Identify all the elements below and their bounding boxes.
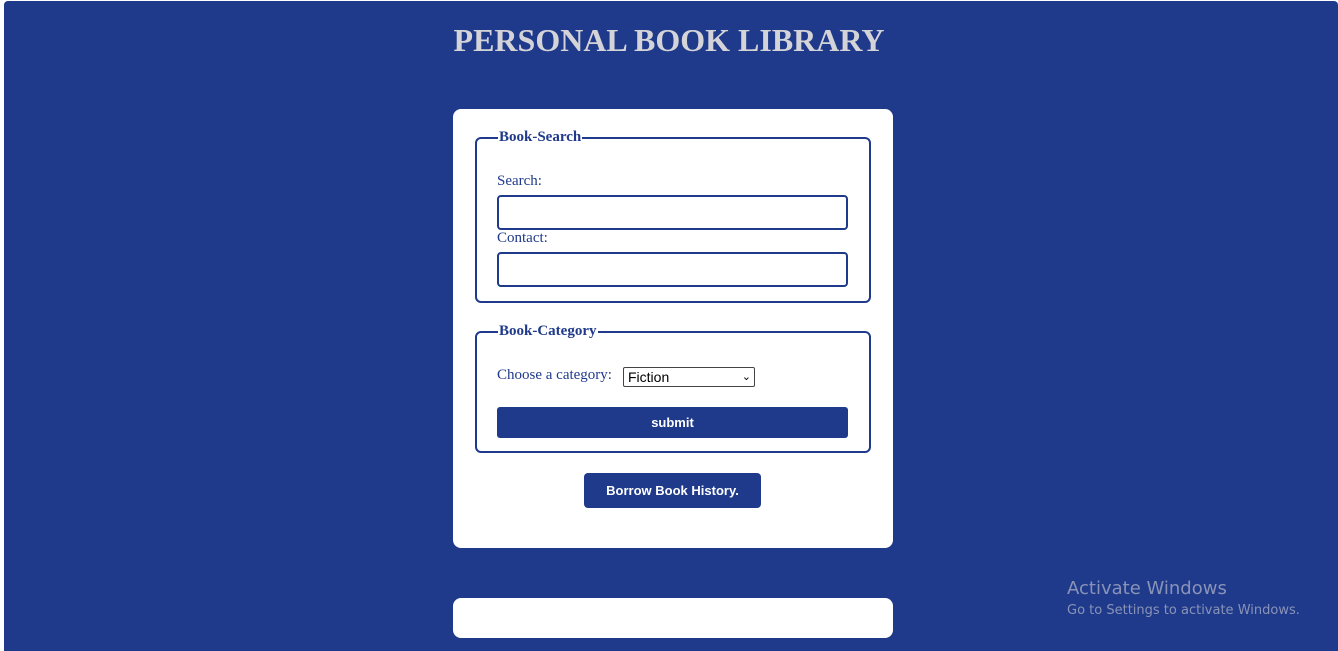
page-title: PERSONAL BOOK LIBRARY — [453, 22, 885, 58]
activate-windows-subtitle: Go to Settings to activate Windows. — [1067, 603, 1300, 618]
borrow-book-history-button[interactable]: Borrow Book History. — [584, 473, 761, 508]
results-card — [453, 598, 893, 638]
book-category-fieldset: Book-Category Choose a category: Fiction… — [475, 323, 871, 453]
category-select-value: Fiction — [628, 369, 670, 385]
category-select[interactable]: Fiction ⌄ — [623, 367, 755, 387]
contact-input[interactable] — [497, 252, 848, 287]
book-search-fieldset: Book-Search Search: Contact: — [475, 129, 871, 303]
submit-button[interactable]: submit — [497, 407, 848, 438]
choose-category-label: Choose a category: — [497, 367, 612, 383]
chevron-down-icon: ⌄ — [741, 371, 751, 383]
contact-label: Contact: — [497, 230, 548, 246]
book-category-legend: Book-Category — [499, 323, 597, 339]
search-input[interactable] — [497, 195, 848, 230]
book-search-legend: Book-Search — [499, 129, 582, 145]
activate-windows-title: Activate Windows — [1067, 578, 1227, 599]
search-label: Search: — [497, 173, 542, 189]
library-form-card: Book-Search Search: Contact: Book-Catego… — [453, 109, 893, 548]
